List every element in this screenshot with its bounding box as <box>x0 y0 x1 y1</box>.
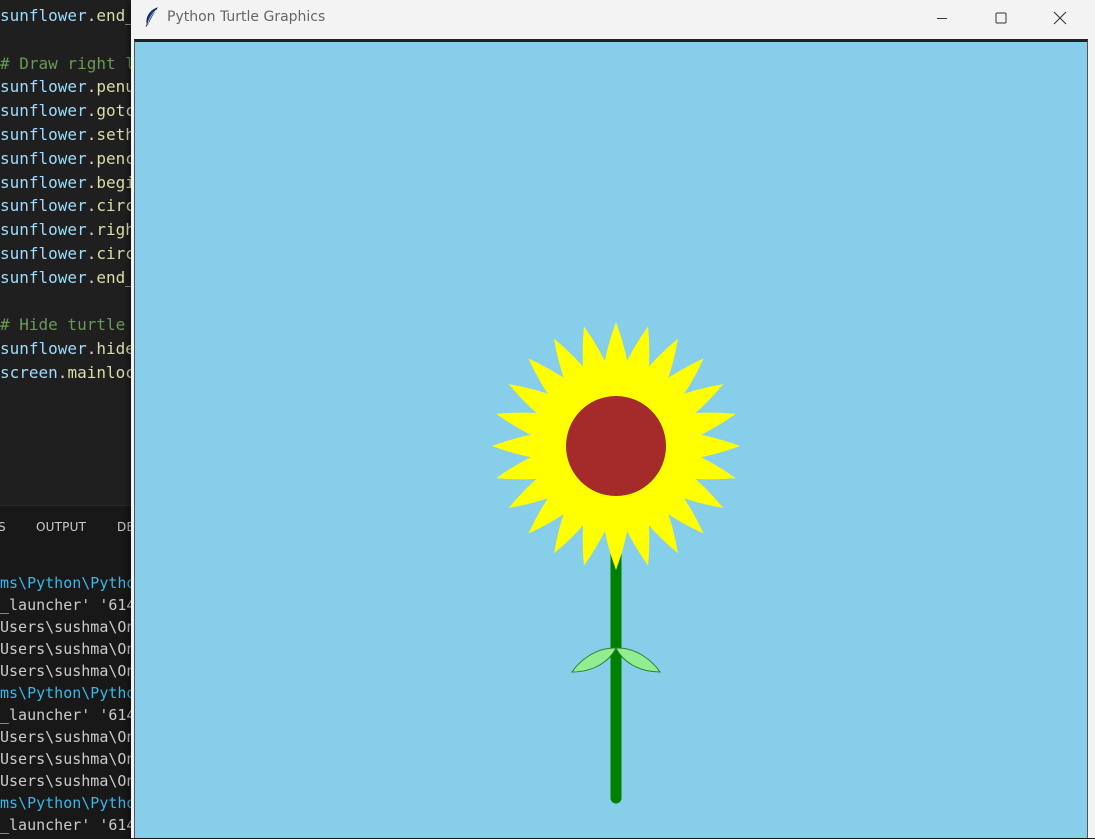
code-object: sunflower <box>0 101 87 121</box>
feather-icon <box>145 7 159 27</box>
code-method: seth <box>96 125 131 144</box>
code-dot: . <box>86 101 97 121</box>
terminal-line: _launcher' '614( <box>0 706 131 724</box>
code-method: begi <box>96 172 131 192</box>
code-object: sunflower <box>0 244 87 263</box>
terminal-line: ms\Python\Pythor <box>0 574 131 592</box>
code-dot: . <box>86 77 97 97</box>
code-object: sunflower <box>0 172 87 192</box>
sunflower-center <box>566 396 666 496</box>
code-line: sunflower.end_ <box>0 266 131 290</box>
code-dot: . <box>86 244 97 263</box>
code-object: sunflower <box>0 196 87 216</box>
code-method: circ <box>96 244 131 263</box>
close-icon <box>1053 11 1067 25</box>
code-object: sunflower <box>0 220 87 240</box>
terminal-line: ms\Python\Pythor <box>0 684 131 702</box>
code-line: sunflower.gotc <box>0 99 131 123</box>
bottom-panel: S OUTPUT DE ms\Python\Pythor _launcher' '… <box>0 505 131 839</box>
terminal-line: _launcher' '614 <box>0 816 131 834</box>
tab-problems[interactable]: S <box>0 520 6 534</box>
turtle-window: Python Turtle Graphics <box>131 0 1095 838</box>
code-method: end_ <box>96 6 131 25</box>
code-dot: . <box>86 339 97 359</box>
window-title: Python Turtle Graphics <box>167 9 326 25</box>
code-line: sunflower.penu <box>0 75 131 99</box>
code-object: sunflower <box>0 77 87 97</box>
code-line: sunflower.righ <box>0 218 131 242</box>
terminal-line: Users\sushma\One <box>0 750 131 768</box>
code-method: penu <box>96 77 131 97</box>
code-dot: . <box>86 267 97 287</box>
code-line: sunflower.hide <box>0 337 131 361</box>
right-leaf <box>615 647 661 673</box>
code-object: sunflower <box>0 267 87 287</box>
turtle-canvas[interactable] <box>134 39 1088 838</box>
close-button[interactable] <box>1031 0 1089 36</box>
code-line: sunflower.penc <box>0 147 131 171</box>
code-method: end_ <box>96 267 131 287</box>
code-dot: . <box>86 220 97 240</box>
code-object: sunflower <box>0 148 87 168</box>
panel-tabs: S OUTPUT DE <box>0 520 131 540</box>
code-object: sunflower <box>0 339 87 359</box>
terminal-line: _launcher' '614 <box>0 596 131 614</box>
code-editor[interactable]: sunflower.end_# Draw right lsunflower.pe… <box>0 0 131 505</box>
code-dot: . <box>86 172 97 192</box>
tab-debug-console[interactable]: DE <box>117 520 131 534</box>
code-dot: . <box>57 363 68 382</box>
code-method: hide <box>96 339 131 359</box>
code-object: screen <box>0 363 58 382</box>
code-line: # Draw right l <box>0 53 131 73</box>
code-method: gotc <box>96 101 131 121</box>
sunflower-drawing <box>492 322 740 804</box>
title-bar[interactable]: Python Turtle Graphics <box>131 0 1095 36</box>
code-line: sunflower.begi <box>0 171 131 195</box>
terminal-line: Users\sushma\One <box>0 662 131 680</box>
code-line: sunflower.end_ <box>0 4 131 28</box>
code-method: righ <box>96 220 131 240</box>
code-dot: . <box>86 148 97 168</box>
terminal-line: Users\sushma\One <box>0 618 131 636</box>
maximize-button[interactable] <box>972 0 1030 36</box>
code-method: mainloc <box>67 363 131 382</box>
code-dot: . <box>86 6 97 25</box>
code-method: penc <box>96 148 131 168</box>
code-object: sunflower <box>0 6 87 25</box>
terminal-line: ms\Python\Pythor <box>0 794 131 812</box>
code-line: sunflower.seth <box>0 123 131 147</box>
code-line: sunflower.circ <box>0 194 131 218</box>
minimize-button[interactable] <box>913 0 971 36</box>
code-line: sunflower.circ <box>0 242 131 266</box>
code-object: sunflower <box>0 125 87 144</box>
terminal-line: Users\sushma\One <box>0 728 131 746</box>
left-leaf <box>571 647 617 673</box>
code-dot: . <box>86 125 97 144</box>
code-line: screen.mainloc <box>0 361 131 385</box>
minimize-icon <box>937 18 947 19</box>
maximize-icon <box>995 12 1007 24</box>
code-line: # Hide turtle <box>0 315 126 335</box>
tab-output[interactable]: OUTPUT <box>36 520 86 534</box>
terminal-line: Users\sushma\One <box>0 772 131 790</box>
terminal-line: Users\sushma\One <box>0 640 131 658</box>
code-method: circ <box>96 196 131 216</box>
code-dot: . <box>86 196 97 216</box>
